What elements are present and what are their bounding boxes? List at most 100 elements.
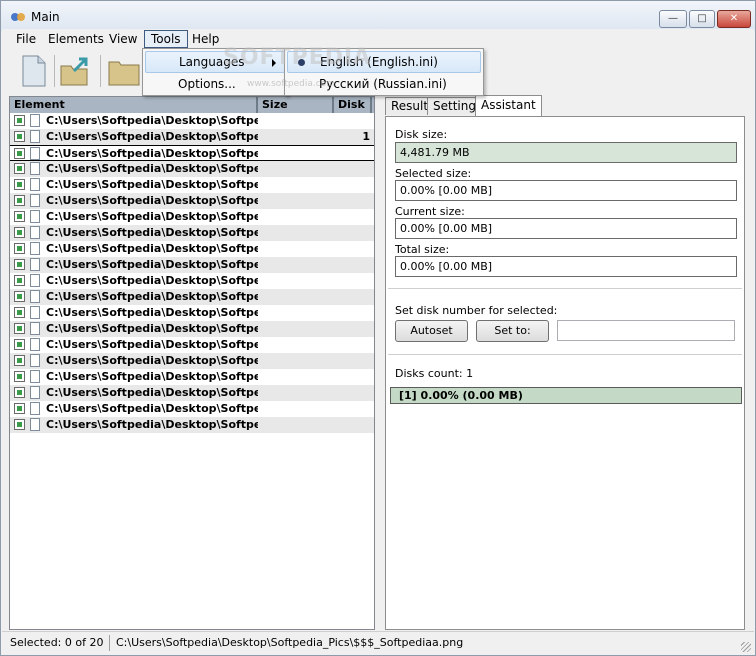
window-title: Main (31, 10, 60, 24)
table-row[interactable]: C:\Users\Softpedia\Desktop\Softpedi (10, 161, 374, 177)
row-checkbox[interactable] (14, 115, 25, 126)
disks-count-label: Disks count: 1 (395, 367, 474, 380)
row-checkbox[interactable] (14, 307, 25, 318)
disk-size-field[interactable]: 4,481.79 MB (395, 142, 737, 163)
file-icon (30, 370, 40, 383)
column-header-disk[interactable]: Disk (334, 97, 372, 113)
set-disk-section: Set disk number for selected: Autoset Se… (388, 295, 742, 355)
table-row[interactable]: C:\Users\Softpedia\Desktop\Softpedi (10, 177, 374, 193)
table-row[interactable]: C:\Users\Softpedia\Desktop\Softpedi 1 (10, 129, 374, 145)
row-checkbox[interactable] (14, 355, 25, 366)
tab-assistant[interactable]: Assistant (475, 95, 542, 116)
row-path: C:\Users\Softpedia\Desktop\Softpedi (46, 130, 258, 143)
resize-grip-icon[interactable] (741, 642, 751, 652)
row-checkbox[interactable] (14, 179, 25, 190)
row-checkbox[interactable] (14, 323, 25, 334)
selected-size-field[interactable]: 0.00% [0.00 MB] (395, 180, 737, 201)
row-checkbox[interactable] (14, 387, 25, 398)
table-row[interactable]: C:\Users\Softpedia\Desktop\Softpedi (10, 321, 374, 337)
selected-size-label: Selected size: (395, 167, 472, 180)
row-checkbox[interactable] (14, 195, 25, 206)
table-row[interactable]: C:\Users\Softpedia\Desktop\Softpedi (10, 241, 374, 257)
table-row[interactable]: C:\Users\Softpedia\Desktop\Softpedi (10, 417, 374, 433)
table-row[interactable]: C:\Users\Softpedia\Desktop\Softpedi (10, 289, 374, 305)
set-to-button[interactable]: Set to: (476, 320, 549, 342)
row-path: C:\Users\Softpedia\Desktop\Softpedi (46, 418, 258, 431)
folder-icon[interactable] (106, 53, 142, 89)
menu-help[interactable]: Help (186, 30, 225, 48)
row-path: C:\Users\Softpedia\Desktop\Softpedi (46, 370, 258, 383)
table-row[interactable]: C:\Users\Softpedia\Desktop\Softpedi (10, 401, 374, 417)
file-icon (30, 258, 40, 271)
disk-number-input[interactable] (557, 320, 735, 341)
status-divider (109, 635, 110, 651)
menu-file[interactable]: File (10, 30, 42, 48)
row-path: C:\Users\Softpedia\Desktop\Softpedi (46, 274, 258, 287)
status-selected: Selected: 0 of 20 (10, 636, 104, 649)
row-path: C:\Users\Softpedia\Desktop\Softpedi (46, 258, 258, 271)
current-size-field[interactable]: 0.00% [0.00 MB] (395, 218, 737, 239)
row-checkbox[interactable] (14, 259, 25, 270)
row-checkbox[interactable] (14, 403, 25, 414)
row-checkbox[interactable] (14, 243, 25, 254)
new-file-icon[interactable] (16, 53, 52, 89)
file-icon (30, 162, 40, 175)
disk-item[interactable]: [1] 0.00% (0.00 MB) (390, 387, 742, 404)
total-size-field[interactable]: 0.00% [0.00 MB] (395, 256, 737, 277)
assistant-panel: Disk size: 4,481.79 MB Selected size: 0.… (385, 116, 745, 630)
table-row[interactable]: C:\Users\Softpedia\Desktop\Softpedi (10, 257, 374, 273)
row-checkbox[interactable] (14, 227, 25, 238)
row-checkbox[interactable] (14, 163, 25, 174)
row-checkbox[interactable] (14, 148, 25, 159)
toolbar-separator (54, 55, 55, 87)
file-icon (30, 147, 40, 160)
file-icon (30, 226, 40, 239)
row-checkbox[interactable] (14, 211, 25, 222)
file-icon (30, 210, 40, 223)
row-checkbox[interactable] (14, 371, 25, 382)
table-row[interactable]: C:\Users\Softpedia\Desktop\Softpedi (10, 209, 374, 225)
file-list[interactable]: Element Size Disk C:\Users\Softpedia\Des… (9, 96, 375, 630)
list-header: Element Size Disk (10, 97, 374, 113)
row-path: C:\Users\Softpedia\Desktop\Softpedi (46, 147, 258, 160)
list-body: C:\Users\Softpedia\Desktop\Softpedi C:\Us… (10, 113, 374, 433)
row-path: C:\Users\Softpedia\Desktop\Softpedi (46, 354, 258, 367)
row-path: C:\Users\Softpedia\Desktop\Softpedi (46, 322, 258, 335)
row-path: C:\Users\Softpedia\Desktop\Softpedi (46, 114, 258, 127)
file-icon (30, 242, 40, 255)
export-icon[interactable] (58, 53, 94, 89)
table-row[interactable]: C:\Users\Softpedia\Desktop\Softpedi (10, 337, 374, 353)
table-row[interactable]: C:\Users\Softpedia\Desktop\Softpedi (10, 113, 374, 129)
menu-item-label: Options... (178, 77, 236, 91)
row-checkbox[interactable] (14, 275, 25, 286)
maximize-button[interactable]: □ (689, 10, 715, 28)
menu-tools[interactable]: Tools (144, 30, 188, 48)
menu-elements[interactable]: Elements (42, 30, 110, 48)
autoset-button[interactable]: Autoset (395, 320, 468, 342)
title-bar[interactable]: Main — □ ✕ (1, 1, 755, 31)
table-row[interactable]: C:\Users\Softpedia\Desktop\Softpedi (10, 273, 374, 289)
table-row[interactable]: C:\Users\Softpedia\Desktop\Softpedi (10, 369, 374, 385)
row-path: C:\Users\Softpedia\Desktop\Softpedi (46, 178, 258, 191)
language-label: Русский (Russian.ini) (319, 77, 447, 91)
row-path: C:\Users\Softpedia\Desktop\Softpedi (46, 210, 258, 223)
row-checkbox[interactable] (14, 419, 25, 430)
table-row[interactable]: C:\Users\Softpedia\Desktop\Softpedi (10, 193, 374, 209)
row-checkbox[interactable] (14, 339, 25, 350)
table-row[interactable]: C:\Users\Softpedia\Desktop\Softpedi (10, 385, 374, 401)
row-checkbox[interactable] (14, 131, 25, 142)
file-icon (30, 274, 40, 287)
file-icon (30, 290, 40, 303)
column-header-element[interactable]: Element (10, 97, 258, 113)
row-checkbox[interactable] (14, 291, 25, 302)
table-row[interactable]: C:\Users\Softpedia\Desktop\Softpedi (10, 353, 374, 369)
watermark-url: www.softpedia.com (247, 79, 335, 89)
table-row[interactable]: C:\Users\Softpedia\Desktop\Softpedi (10, 145, 374, 161)
table-row[interactable]: C:\Users\Softpedia\Desktop\Softpedi (10, 225, 374, 241)
close-button[interactable]: ✕ (717, 10, 751, 28)
table-row[interactable]: C:\Users\Softpedia\Desktop\Softpedi (10, 305, 374, 321)
column-header-size[interactable]: Size (258, 97, 334, 113)
minimize-button[interactable]: — (659, 10, 687, 28)
main-window: Main — □ ✕ File Elements View Tools Help… (0, 0, 756, 656)
menu-view[interactable]: View (103, 30, 143, 48)
